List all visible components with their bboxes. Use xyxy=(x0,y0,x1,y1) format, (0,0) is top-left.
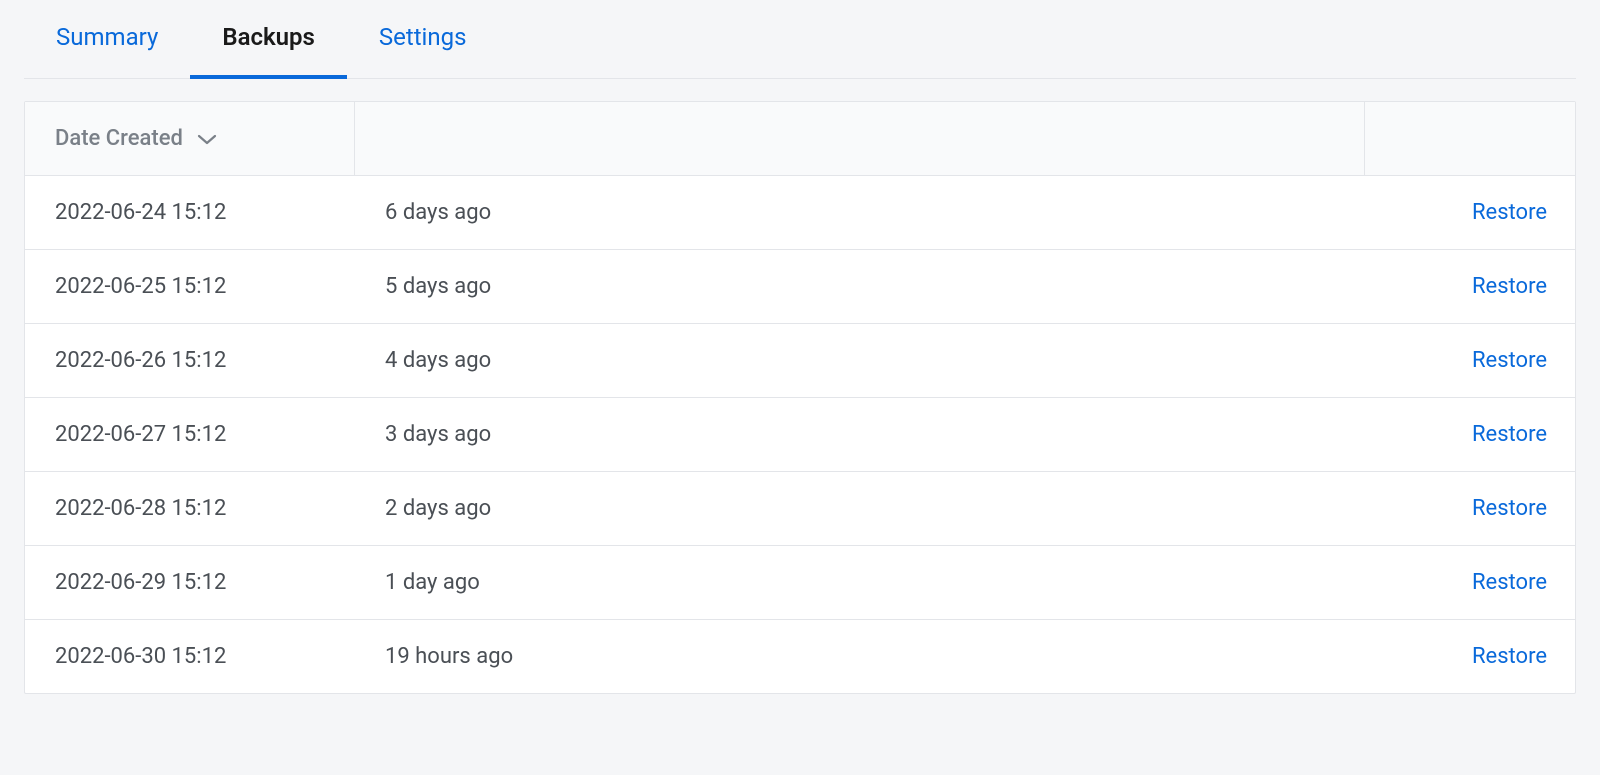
column-header-date-created[interactable]: Date Created xyxy=(25,102,355,175)
tab-backups[interactable]: Backups xyxy=(190,1,347,79)
cell-action: Restore xyxy=(1365,620,1575,693)
tab-summary[interactable]: Summary xyxy=(24,1,190,79)
table-row: 2022-06-24 15:126 days ago Restore xyxy=(25,176,1575,250)
restore-button[interactable]: Restore xyxy=(1472,422,1547,447)
restore-button[interactable]: Restore xyxy=(1472,274,1547,299)
cell-date: 2022-06-30 15:12 xyxy=(25,620,355,693)
cell-date: 2022-06-25 15:12 xyxy=(25,250,355,323)
cell-age: 5 days ago xyxy=(355,250,1365,323)
table-row: 2022-06-27 15:123 days ago Restore xyxy=(25,398,1575,472)
cell-date: 2022-06-26 15:12 xyxy=(25,324,355,397)
cell-age: 19 hours ago xyxy=(355,620,1365,693)
cell-age: 2 days ago xyxy=(355,472,1365,545)
restore-button[interactable]: Restore xyxy=(1472,200,1547,225)
cell-age: 3 days ago xyxy=(355,398,1365,471)
cell-date: 2022-06-24 15:12 xyxy=(25,176,355,249)
cell-action: Restore xyxy=(1365,546,1575,619)
table-body: 2022-06-24 15:126 days agoRestore2022-06… xyxy=(25,176,1575,693)
cell-date: 2022-06-29 15:12 xyxy=(25,546,355,619)
column-header-age xyxy=(355,102,1365,175)
cell-date: 2022-06-27 15:12 xyxy=(25,398,355,471)
column-header-label: Date Created xyxy=(55,126,183,151)
cell-action: Restore xyxy=(1365,176,1575,249)
table-row: 2022-06-26 15:124 days ago Restore xyxy=(25,324,1575,398)
backups-table: Date Created 2022-06-24 15:126 days ago R… xyxy=(24,101,1576,694)
cell-action: Restore xyxy=(1365,324,1575,397)
restore-button[interactable]: Restore xyxy=(1472,570,1547,595)
restore-button[interactable]: Restore xyxy=(1472,644,1547,669)
tabs-nav: Summary Backups Settings xyxy=(24,0,1576,79)
restore-button[interactable]: Restore xyxy=(1472,496,1547,521)
tab-settings[interactable]: Settings xyxy=(347,1,499,79)
table-row: 2022-06-28 15:122 days ago Restore xyxy=(25,472,1575,546)
cell-age: 1 day ago xyxy=(355,546,1365,619)
cell-action: Restore xyxy=(1365,250,1575,323)
cell-age: 4 days ago xyxy=(355,324,1365,397)
cell-action: Restore xyxy=(1365,398,1575,471)
cell-date: 2022-06-28 15:12 xyxy=(25,472,355,545)
table-row: 2022-06-30 15:1219 hours ago Restore xyxy=(25,620,1575,693)
restore-button[interactable]: Restore xyxy=(1472,348,1547,373)
cell-action: Restore xyxy=(1365,472,1575,545)
table-row: 2022-06-25 15:125 days ago Restore xyxy=(25,250,1575,324)
table-row: 2022-06-29 15:121 day ago Restore xyxy=(25,546,1575,620)
table-header: Date Created xyxy=(25,102,1575,176)
cell-age: 6 days ago xyxy=(355,176,1365,249)
column-header-action xyxy=(1365,102,1575,175)
chevron-down-icon xyxy=(197,133,217,145)
